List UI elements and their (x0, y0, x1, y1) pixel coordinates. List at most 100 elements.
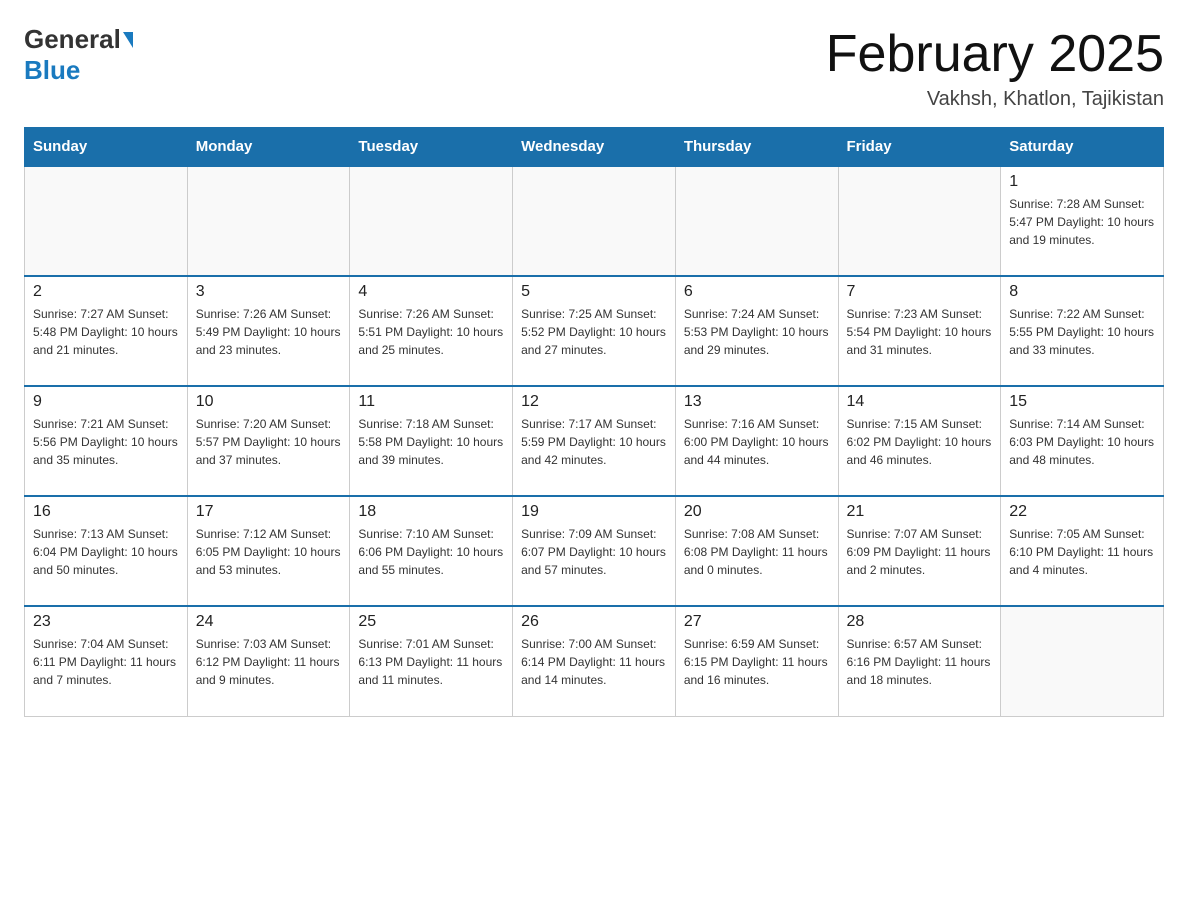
day-number: 18 (358, 503, 504, 521)
weekday-header-tuesday: Tuesday (350, 128, 513, 167)
calendar-cell: 11 Sunrise: 7:18 AM Sunset: 5:58 PM Dayli… (350, 386, 513, 496)
calendar-cell: 21Sunrise: 7:07 AM Sunset: 6:09 PM Dayli… (838, 496, 1001, 606)
day-info: Sunrise: 7:28 AM Sunset: 5:47 PM Dayligh… (1009, 195, 1155, 249)
logo: General Blue (24, 24, 135, 86)
calendar-header: SundayMondayTuesdayWednesdayThursdayFrid… (25, 128, 1164, 167)
day-number: 16 (33, 503, 179, 521)
calendar-cell: 6 Sunrise: 7:24 AM Sunset: 5:53 PM Daylig… (675, 276, 838, 386)
calendar-cell (187, 166, 350, 276)
weekday-header-wednesday: Wednesday (513, 128, 676, 167)
calendar-cell: 3 Sunrise: 7:26 AM Sunset: 5:49 PM Daylig… (187, 276, 350, 386)
day-info: Sunrise: 7:01 AM Sunset: 6:13 PM Dayligh… (358, 635, 504, 689)
day-number: 14 (847, 393, 993, 411)
day-number: 24 (196, 613, 342, 631)
day-info: Sunrise: 7:16 AM Sunset: 6:00 PM Dayligh… (684, 415, 830, 469)
calendar-week-row: 9 Sunrise: 7:21 AM Sunset: 5:56 PM Daylig… (25, 386, 1164, 496)
calendar-cell: 27 Sunrise: 6:59 AM Sunset: 6:15 PM Dayli… (675, 606, 838, 716)
weekday-header-saturday: Saturday (1001, 128, 1164, 167)
day-number: 10 (196, 393, 342, 411)
day-number: 21 (847, 503, 993, 521)
calendar-subtitle: Vakhsh, Khatlon, Tajikistan (826, 88, 1164, 111)
calendar-cell: 16 Sunrise: 7:13 AM Sunset: 6:04 PM Dayli… (25, 496, 188, 606)
calendar-cell: 24 Sunrise: 7:03 AM Sunset: 6:12 PM Dayli… (187, 606, 350, 716)
day-info: Sunrise: 7:26 AM Sunset: 5:51 PM Dayligh… (358, 305, 504, 359)
day-info: Sunrise: 7:00 AM Sunset: 6:14 PM Dayligh… (521, 635, 667, 689)
day-info: Sunrise: 7:24 AM Sunset: 5:53 PM Dayligh… (684, 305, 830, 359)
day-number: 12 (521, 393, 667, 411)
day-number: 6 (684, 283, 830, 301)
weekday-header-friday: Friday (838, 128, 1001, 167)
day-info: Sunrise: 7:15 AM Sunset: 6:02 PM Dayligh… (847, 415, 993, 469)
day-number: 9 (33, 393, 179, 411)
calendar-cell: 13Sunrise: 7:16 AM Sunset: 6:00 PM Dayli… (675, 386, 838, 496)
day-info: Sunrise: 7:10 AM Sunset: 6:06 PM Dayligh… (358, 525, 504, 579)
calendar-cell: 1 Sunrise: 7:28 AM Sunset: 5:47 PM Daylig… (1001, 166, 1164, 276)
calendar-week-row: 2 Sunrise: 7:27 AM Sunset: 5:48 PM Daylig… (25, 276, 1164, 386)
day-info: Sunrise: 7:08 AM Sunset: 6:08 PM Dayligh… (684, 525, 830, 579)
calendar-cell: 9 Sunrise: 7:21 AM Sunset: 5:56 PM Daylig… (25, 386, 188, 496)
calendar-cell: 20Sunrise: 7:08 AM Sunset: 6:08 PM Dayli… (675, 496, 838, 606)
day-number: 26 (521, 613, 667, 631)
day-info: Sunrise: 7:20 AM Sunset: 5:57 PM Dayligh… (196, 415, 342, 469)
logo-blue-text: Blue (24, 55, 80, 86)
day-number: 28 (847, 613, 993, 631)
calendar-title: February 2025 (826, 24, 1164, 84)
weekday-header-sunday: Sunday (25, 128, 188, 167)
calendar-cell: 15 Sunrise: 7:14 AM Sunset: 6:03 PM Dayli… (1001, 386, 1164, 496)
day-info: Sunrise: 7:17 AM Sunset: 5:59 PM Dayligh… (521, 415, 667, 469)
calendar-cell: 28Sunrise: 6:57 AM Sunset: 6:16 PM Dayli… (838, 606, 1001, 716)
day-number: 3 (196, 283, 342, 301)
day-info: Sunrise: 7:12 AM Sunset: 6:05 PM Dayligh… (196, 525, 342, 579)
day-number: 25 (358, 613, 504, 631)
calendar-cell: 4 Sunrise: 7:26 AM Sunset: 5:51 PM Daylig… (350, 276, 513, 386)
day-number: 22 (1009, 503, 1155, 521)
day-number: 19 (521, 503, 667, 521)
calendar-cell (838, 166, 1001, 276)
day-number: 8 (1009, 283, 1155, 301)
day-info: Sunrise: 6:59 AM Sunset: 6:15 PM Dayligh… (684, 635, 830, 689)
day-number: 4 (358, 283, 504, 301)
day-info: Sunrise: 7:22 AM Sunset: 5:55 PM Dayligh… (1009, 305, 1155, 359)
calendar-table: SundayMondayTuesdayWednesdayThursdayFrid… (24, 127, 1164, 717)
calendar-week-row: 23Sunrise: 7:04 AM Sunset: 6:11 PM Dayli… (25, 606, 1164, 716)
calendar-cell (513, 166, 676, 276)
calendar-cell: 12 Sunrise: 7:17 AM Sunset: 5:59 PM Dayli… (513, 386, 676, 496)
day-number: 17 (196, 503, 342, 521)
day-info: Sunrise: 7:18 AM Sunset: 5:58 PM Dayligh… (358, 415, 504, 469)
day-number: 15 (1009, 393, 1155, 411)
day-info: Sunrise: 7:13 AM Sunset: 6:04 PM Dayligh… (33, 525, 179, 579)
calendar-cell: 14 Sunrise: 7:15 AM Sunset: 6:02 PM Dayli… (838, 386, 1001, 496)
logo-general-text: General (24, 24, 121, 55)
weekday-header-monday: Monday (187, 128, 350, 167)
calendar-cell: 18 Sunrise: 7:10 AM Sunset: 6:06 PM Dayli… (350, 496, 513, 606)
calendar-cell: 2 Sunrise: 7:27 AM Sunset: 5:48 PM Daylig… (25, 276, 188, 386)
calendar-body: 1 Sunrise: 7:28 AM Sunset: 5:47 PM Daylig… (25, 166, 1164, 716)
day-number: 27 (684, 613, 830, 631)
day-info: Sunrise: 7:03 AM Sunset: 6:12 PM Dayligh… (196, 635, 342, 689)
logo-triangle-icon (123, 32, 133, 48)
day-number: 23 (33, 613, 179, 631)
day-number: 1 (1009, 173, 1155, 191)
day-info: Sunrise: 7:05 AM Sunset: 6:10 PM Dayligh… (1009, 525, 1155, 579)
day-info: Sunrise: 7:26 AM Sunset: 5:49 PM Dayligh… (196, 305, 342, 359)
calendar-cell: 5 Sunrise: 7:25 AM Sunset: 5:52 PM Daylig… (513, 276, 676, 386)
day-info: Sunrise: 7:21 AM Sunset: 5:56 PM Dayligh… (33, 415, 179, 469)
calendar-cell: 23Sunrise: 7:04 AM Sunset: 6:11 PM Dayli… (25, 606, 188, 716)
calendar-week-row: 16 Sunrise: 7:13 AM Sunset: 6:04 PM Dayli… (25, 496, 1164, 606)
calendar-cell: 25 Sunrise: 7:01 AM Sunset: 6:13 PM Dayli… (350, 606, 513, 716)
weekday-header-thursday: Thursday (675, 128, 838, 167)
day-info: Sunrise: 7:25 AM Sunset: 5:52 PM Dayligh… (521, 305, 667, 359)
day-info: Sunrise: 7:27 AM Sunset: 5:48 PM Dayligh… (33, 305, 179, 359)
weekday-header-row: SundayMondayTuesdayWednesdayThursdayFrid… (25, 128, 1164, 167)
calendar-cell (350, 166, 513, 276)
page-header: General Blue February 2025 Vakhsh, Khatl… (24, 24, 1164, 111)
calendar-cell (675, 166, 838, 276)
day-number: 5 (521, 283, 667, 301)
calendar-cell: 26 Sunrise: 7:00 AM Sunset: 6:14 PM Dayli… (513, 606, 676, 716)
calendar-cell (1001, 606, 1164, 716)
day-number: 2 (33, 283, 179, 301)
day-number: 11 (358, 393, 504, 411)
calendar-cell (25, 166, 188, 276)
calendar-cell: 10 Sunrise: 7:20 AM Sunset: 5:57 PM Dayli… (187, 386, 350, 496)
day-info: Sunrise: 7:14 AM Sunset: 6:03 PM Dayligh… (1009, 415, 1155, 469)
